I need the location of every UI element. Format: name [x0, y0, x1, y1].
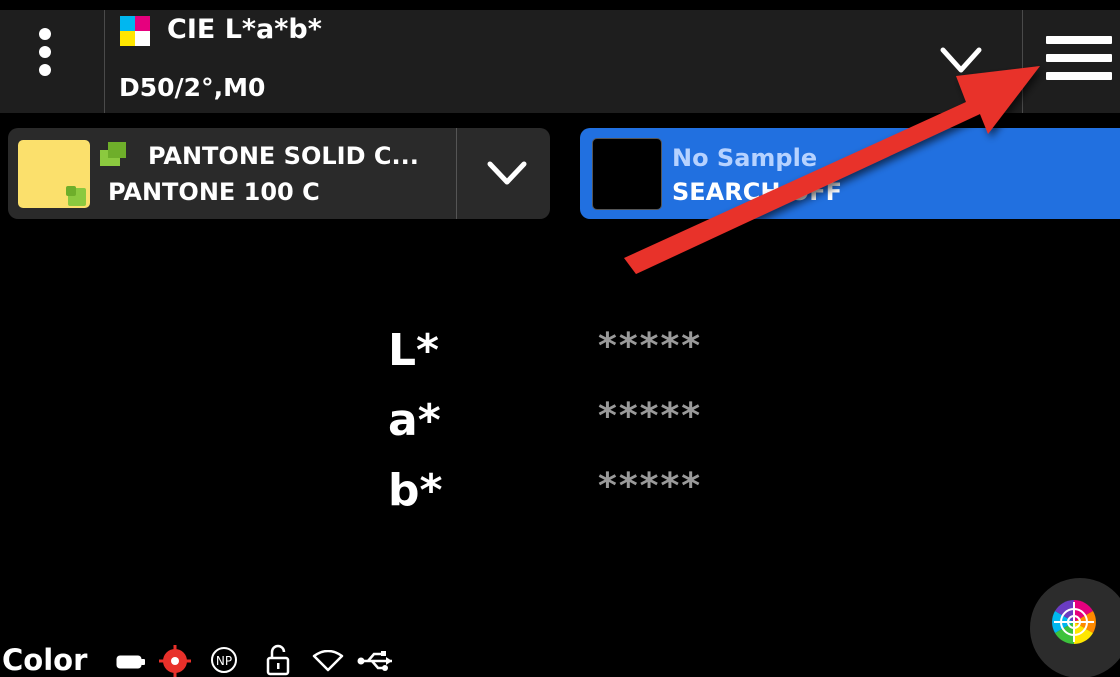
divider	[104, 10, 105, 113]
illuminant-observer-label: D50/2°,M0	[119, 73, 266, 102]
measurement-mode-title: CIE L*a*b*	[167, 14, 322, 45]
reading-label-a: a*	[388, 395, 441, 446]
menu-bar-icon	[1046, 72, 1112, 80]
more-dot-icon	[39, 64, 51, 76]
device-screen: CIE L*a*b* D50/2°,M0 PANTONE SOLID C... …	[0, 0, 1120, 677]
more-dot-icon	[39, 28, 51, 40]
battery-icon	[116, 655, 145, 669]
chevron-down-icon[interactable]	[935, 38, 987, 82]
search-status: SEARCH OFF	[672, 178, 842, 206]
library-badge-icon	[66, 186, 86, 206]
usb-icon	[357, 651, 392, 671]
sample-status: No Sample	[672, 144, 818, 172]
status-bar: Color NP	[0, 640, 700, 677]
status-mode-label: Color	[2, 643, 88, 677]
standard-color-name: PANTONE 100 C	[108, 178, 320, 206]
reading-value-a: *****	[598, 396, 703, 437]
menu-bar-icon	[1046, 36, 1112, 44]
reading-value-b: *****	[598, 466, 703, 507]
svg-text:NP: NP	[216, 654, 232, 668]
reading-label-l: L*	[388, 325, 440, 376]
cmyk-icon	[120, 16, 150, 46]
top-bar: CIE L*a*b* D50/2°,M0	[0, 10, 1120, 113]
color-wheel-button[interactable]	[1030, 578, 1120, 677]
chevron-down-icon[interactable]	[484, 154, 530, 194]
library-name: PANTONE SOLID C...	[148, 142, 419, 170]
target-icon	[159, 645, 191, 677]
sample-swatch	[592, 138, 662, 210]
divider	[456, 128, 457, 219]
menu-bar-icon	[1046, 54, 1112, 62]
reading-value-l: *****	[598, 326, 703, 367]
library-selector[interactable]: PANTONE SOLID C... PANTONE 100 C	[8, 128, 550, 219]
wifi-icon	[312, 650, 344, 672]
more-dot-icon	[39, 46, 51, 58]
unlock-icon	[266, 644, 290, 676]
divider	[1022, 10, 1023, 113]
color-wheel-icon	[1052, 600, 1096, 644]
np-icon: NP	[211, 647, 237, 673]
pantone-library-icon	[100, 142, 126, 166]
sample-panel[interactable]: No Sample SEARCH OFF	[580, 128, 1120, 219]
hamburger-menu-button[interactable]	[1040, 28, 1116, 88]
reading-label-b: b*	[388, 465, 443, 516]
more-options-button[interactable]	[20, 24, 70, 104]
